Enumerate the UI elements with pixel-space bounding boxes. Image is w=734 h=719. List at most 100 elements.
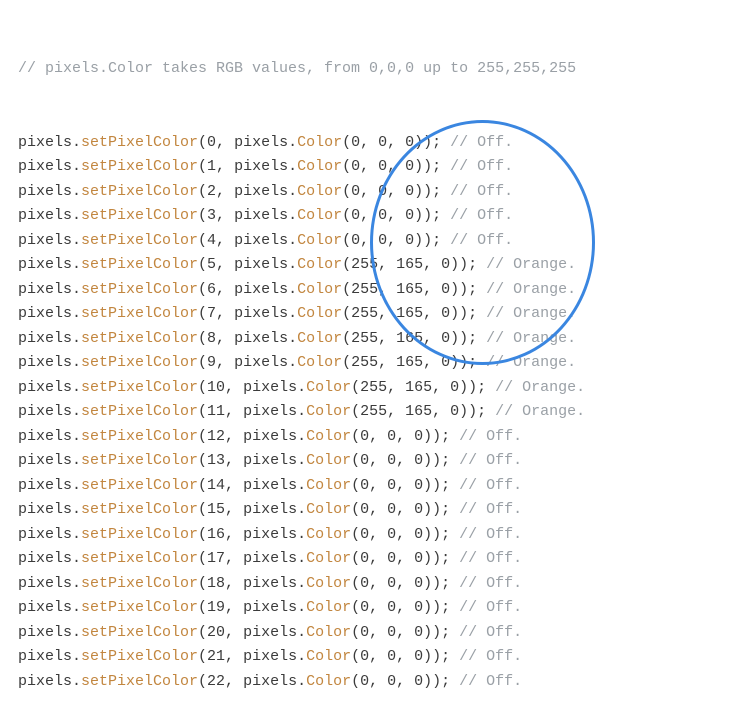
code-token-args: (0, 0, 0));	[342, 158, 441, 175]
code-token-object: pixels.	[18, 281, 81, 298]
code-line: pixels.setPixelColor(3, pixels.Color(0, …	[18, 204, 734, 229]
code-token-comment: // Orange.	[477, 330, 576, 347]
code-token-comment: // Off.	[450, 648, 522, 665]
code-comment-header: // pixels.Color takes RGB values, from 0…	[18, 57, 734, 82]
code-token-punct: (9,	[198, 354, 234, 371]
code-token-function: setPixelColor	[81, 477, 198, 494]
code-token-object: pixels.	[18, 256, 81, 273]
code-token-object: pixels.	[18, 183, 81, 200]
code-token-function: setPixelColor	[81, 183, 198, 200]
code-token-punct: (13,	[198, 452, 243, 469]
code-token-function: Color	[306, 428, 351, 445]
code-line: pixels.setPixelColor(9, pixels.Color(255…	[18, 351, 734, 376]
code-token-object: pixels.	[243, 403, 306, 420]
code-line: pixels.setPixelColor(7, pixels.Color(255…	[18, 302, 734, 327]
code-token-object: pixels.	[18, 158, 81, 175]
code-token-comment: // Off.	[450, 673, 522, 690]
code-token-object: pixels.	[234, 256, 297, 273]
code-token-object: pixels.	[18, 624, 81, 641]
code-token-args: (0, 0, 0));	[342, 207, 441, 224]
code-token-object: pixels.	[243, 550, 306, 567]
code-token-args: (255, 165, 0));	[351, 379, 486, 396]
code-token-object: pixels.	[234, 158, 297, 175]
code-token-object: pixels.	[18, 305, 81, 322]
code-token-punct: (14,	[198, 477, 243, 494]
code-token-args: (0, 0, 0));	[351, 452, 450, 469]
code-line: pixels.setPixelColor(18, pixels.Color(0,…	[18, 572, 734, 597]
code-token-function: setPixelColor	[81, 550, 198, 567]
code-token-function: setPixelColor	[81, 256, 198, 273]
code-token-function: setPixelColor	[81, 354, 198, 371]
code-token-punct: (16,	[198, 526, 243, 543]
code-token-object: pixels.	[234, 281, 297, 298]
code-token-comment: // Off.	[450, 575, 522, 592]
code-token-object: pixels.	[234, 305, 297, 322]
code-token-object: pixels.	[243, 501, 306, 518]
code-token-punct: (4,	[198, 232, 234, 249]
code-token-punct: (5,	[198, 256, 234, 273]
code-token-punct: (17,	[198, 550, 243, 567]
code-token-object: pixels.	[234, 232, 297, 249]
code-line: pixels.setPixelColor(13, pixels.Color(0,…	[18, 449, 734, 474]
code-token-function: setPixelColor	[81, 281, 198, 298]
code-token-function: Color	[306, 379, 351, 396]
code-token-object: pixels.	[18, 207, 81, 224]
code-token-object: pixels.	[18, 428, 81, 445]
code-token-object: pixels.	[18, 599, 81, 616]
code-token-args: (0, 0, 0));	[351, 624, 450, 641]
code-token-args: (0, 0, 0));	[342, 134, 441, 151]
code-token-punct: (7,	[198, 305, 234, 322]
code-token-function: Color	[297, 256, 342, 273]
code-token-function: Color	[297, 354, 342, 371]
code-token-object: pixels.	[234, 183, 297, 200]
code-token-object: pixels.	[243, 379, 306, 396]
code-token-comment: // Off.	[441, 158, 513, 175]
code-token-function: Color	[306, 477, 351, 494]
code-token-args: (255, 165, 0));	[342, 281, 477, 298]
code-token-object: pixels.	[18, 403, 81, 420]
code-token-function: setPixelColor	[81, 134, 198, 151]
code-token-args: (0, 0, 0));	[351, 477, 450, 494]
code-token-punct: (8,	[198, 330, 234, 347]
code-token-comment: // Off.	[450, 550, 522, 567]
code-token-function: setPixelColor	[81, 575, 198, 592]
code-line: pixels.setPixelColor(2, pixels.Color(0, …	[18, 180, 734, 205]
code-token-function: Color	[306, 526, 351, 543]
code-line: pixels.setPixelColor(0, pixels.Color(0, …	[18, 131, 734, 156]
code-token-comment: // Orange.	[477, 305, 576, 322]
code-token-function: setPixelColor	[81, 232, 198, 249]
code-token-comment: // Off.	[441, 207, 513, 224]
code-token-function: Color	[306, 501, 351, 518]
code-token-function: Color	[306, 673, 351, 690]
code-token-comment: // Off.	[450, 599, 522, 616]
code-token-args: (0, 0, 0));	[351, 526, 450, 543]
code-token-punct: (11,	[198, 403, 243, 420]
code-token-object: pixels.	[234, 354, 297, 371]
code-token-function: Color	[297, 305, 342, 322]
code-token-function: setPixelColor	[81, 673, 198, 690]
code-token-args: (0, 0, 0));	[351, 673, 450, 690]
code-token-function: Color	[297, 134, 342, 151]
code-line: pixels.setPixelColor(20, pixels.Color(0,…	[18, 621, 734, 646]
code-token-object: pixels.	[18, 477, 81, 494]
code-block: // pixels.Color takes RGB values, from 0…	[18, 8, 734, 719]
code-token-object: pixels.	[18, 134, 81, 151]
code-token-object: pixels.	[18, 501, 81, 518]
code-token-function: setPixelColor	[81, 330, 198, 347]
code-token-function: setPixelColor	[81, 305, 198, 322]
code-line: pixels.setPixelColor(1, pixels.Color(0, …	[18, 155, 734, 180]
code-token-object: pixels.	[234, 207, 297, 224]
code-token-args: (0, 0, 0));	[351, 501, 450, 518]
code-token-function: setPixelColor	[81, 501, 198, 518]
code-token-object: pixels.	[18, 452, 81, 469]
code-token-object: pixels.	[243, 575, 306, 592]
code-token-function: Color	[297, 330, 342, 347]
code-line: pixels.setPixelColor(10, pixels.Color(25…	[18, 376, 734, 401]
code-token-args: (255, 165, 0));	[351, 403, 486, 420]
code-token-function: Color	[306, 599, 351, 616]
code-token-punct: (21,	[198, 648, 243, 665]
code-token-object: pixels.	[18, 232, 81, 249]
code-token-punct: (12,	[198, 428, 243, 445]
code-line: pixels.setPixelColor(14, pixels.Color(0,…	[18, 474, 734, 499]
code-token-object: pixels.	[18, 379, 81, 396]
